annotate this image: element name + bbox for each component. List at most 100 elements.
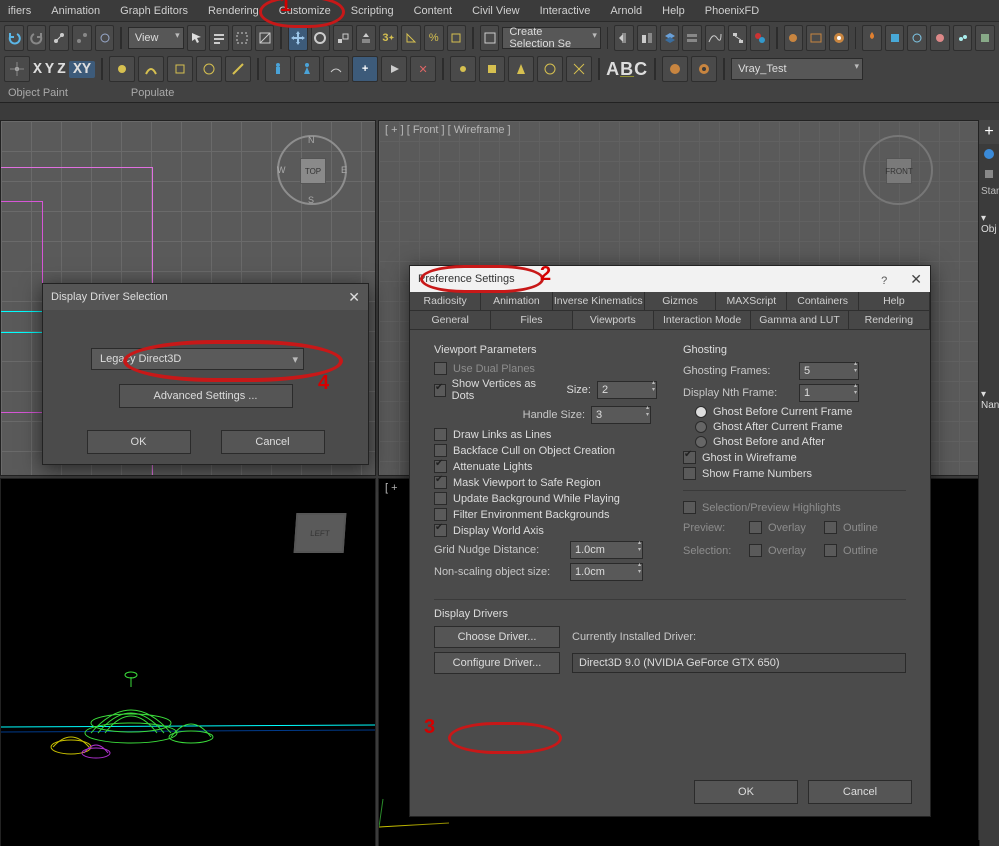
material-editor-button[interactable] xyxy=(750,25,770,51)
choose-driver-button[interactable]: Choose Driver... xyxy=(434,626,560,648)
viewcube-left[interactable]: LEFT xyxy=(294,513,347,553)
backface-cull-check[interactable]: Backface Cull on Object Creation xyxy=(434,444,657,457)
redo-button[interactable] xyxy=(27,25,47,51)
tab-general[interactable]: General xyxy=(410,311,491,329)
select-move-button[interactable] xyxy=(288,25,308,51)
viewcube-face[interactable]: TOP xyxy=(300,158,326,184)
select-region-button[interactable] xyxy=(232,25,252,51)
angle-snap-button[interactable] xyxy=(401,25,421,51)
ghost-both-radio[interactable]: Ghost Before and After xyxy=(695,436,906,448)
edit-named-sel-button[interactable] xyxy=(480,25,500,51)
rendered-frame-button[interactable] xyxy=(806,25,826,51)
preview-outline-check[interactable]: Outline xyxy=(824,521,878,534)
show-frame-numbers-check[interactable]: Show Frame Numbers xyxy=(683,467,906,480)
ghost-before-radio[interactable]: Ghost Before Current Frame xyxy=(695,406,906,418)
tab-ik[interactable]: Inverse Kinematics xyxy=(553,292,645,310)
preview-overlay-check[interactable]: Overlay xyxy=(749,521,806,534)
unlink-button[interactable] xyxy=(72,25,92,51)
bind-button[interactable] xyxy=(95,25,115,51)
prefs-cancel-button[interactable]: Cancel xyxy=(808,780,912,804)
configure-driver-button[interactable]: Configure Driver... xyxy=(434,652,560,674)
align-button[interactable] xyxy=(637,25,657,51)
tab-files[interactable]: Files xyxy=(491,311,572,329)
brush-tool-4[interactable] xyxy=(196,56,222,82)
populate-add-button[interactable]: + xyxy=(352,56,378,82)
tab-gamma[interactable]: Gamma and LUT xyxy=(751,311,848,329)
vertex-size-spinner[interactable]: 2 xyxy=(597,381,657,399)
select-name-button[interactable] xyxy=(209,25,229,51)
window-crossing-button[interactable] xyxy=(255,25,275,51)
layer-explorer-button[interactable] xyxy=(660,25,680,51)
tab-rendering[interactable]: Rendering xyxy=(849,311,930,329)
populate-sim-button[interactable] xyxy=(381,56,407,82)
viewcube-top[interactable]: TOP N S E W xyxy=(277,135,347,205)
menu-graph-editors[interactable]: Graph Editors xyxy=(120,5,188,17)
axis-y-button[interactable]: Y xyxy=(45,61,54,78)
update-bg-check[interactable]: Update Background While Playing xyxy=(434,492,657,505)
pivot-button[interactable] xyxy=(4,56,30,82)
curve-editor-button[interactable] xyxy=(705,25,725,51)
prefs-ok-button[interactable]: OK xyxy=(694,780,798,804)
axis-x-button[interactable]: X xyxy=(33,61,42,78)
tab-radiosity[interactable]: Radiosity xyxy=(410,292,481,310)
driver-ok-button[interactable]: OK xyxy=(87,430,191,454)
command-panel[interactable]: + Standa ▾ Obj ▾ Nan xyxy=(978,120,999,840)
misc-tool-d[interactable] xyxy=(537,56,563,82)
phoenix-cache-button[interactable] xyxy=(885,25,905,51)
selection-outline-check[interactable]: Outline xyxy=(824,544,878,557)
selection-highlights-check[interactable]: Selection/Preview Highlights xyxy=(683,501,906,514)
phoenix-sim-button[interactable] xyxy=(862,25,882,51)
brush-tool-5[interactable] xyxy=(225,56,251,82)
create-sphere-icon[interactable] xyxy=(979,144,999,164)
menu-modifiers[interactable]: ifiers xyxy=(8,5,31,17)
render-button[interactable] xyxy=(829,25,849,51)
tab-viewports[interactable]: Viewports xyxy=(573,311,654,329)
percent-snap-button[interactable]: % xyxy=(424,25,444,51)
select-rotate-button[interactable] xyxy=(311,25,331,51)
cloth-1-button[interactable] xyxy=(662,56,688,82)
toggle-ribbon-button[interactable] xyxy=(682,25,702,51)
menu-arnold[interactable]: Arnold xyxy=(610,5,642,17)
viewcube-face-front[interactable]: FRONT xyxy=(886,158,912,184)
select-place-button[interactable] xyxy=(356,25,376,51)
ghost-after-radio[interactable]: Ghost After Current Frame xyxy=(695,421,906,433)
menu-help[interactable]: Help xyxy=(662,5,685,17)
named-selection-dropdown[interactable]: Create Selection Se xyxy=(502,27,601,49)
misc-tool-e[interactable] xyxy=(566,56,592,82)
filter-env-check[interactable]: Filter Environment Backgrounds xyxy=(434,508,657,521)
phoenix-src-button[interactable] xyxy=(930,25,950,51)
viewport-left[interactable]: LEFT xyxy=(0,478,376,846)
viewport-front-label[interactable]: [ + ] [ Front ] [ Wireframe ] xyxy=(385,124,511,136)
phoenix-foam-button[interactable] xyxy=(953,25,973,51)
menu-phoenixfd[interactable]: PhoenixFD xyxy=(705,5,759,17)
axis-xy-button[interactable]: XY xyxy=(69,61,95,78)
selection-overlay-check[interactable]: Overlay xyxy=(749,544,806,557)
link-button[interactable] xyxy=(49,25,69,51)
menu-civil-view[interactable]: Civil View xyxy=(472,5,519,17)
draw-links-check[interactable]: Draw Links as Lines xyxy=(434,428,657,441)
mask-viewport-check[interactable]: Mask Viewport to Safe Region xyxy=(434,476,657,489)
populate-people-1[interactable] xyxy=(265,56,291,82)
selection-filter-dropdown[interactable]: View xyxy=(128,27,184,49)
ghost-wireframe-check[interactable]: Ghost in Wireframe xyxy=(683,451,906,464)
brush-tool-3[interactable] xyxy=(167,56,193,82)
tab-gizmos[interactable]: Gizmos xyxy=(645,292,716,310)
nonscaling-spinner[interactable]: 1.0cm xyxy=(570,563,643,581)
tab-maxscript[interactable]: MAXScript xyxy=(716,292,787,310)
misc-tool-b[interactable] xyxy=(479,56,505,82)
mirror-button[interactable] xyxy=(614,25,634,51)
viewcube-front[interactable]: FRONT xyxy=(863,135,933,205)
spinner-snap-button[interactable] xyxy=(447,25,467,51)
viewport-persp-label[interactable]: [ + xyxy=(385,482,398,494)
display-world-axis-check[interactable]: Display World Axis xyxy=(434,524,657,537)
menu-rendering[interactable]: Rendering xyxy=(208,5,259,17)
driver-dropdown[interactable]: Legacy Direct3D xyxy=(91,348,304,370)
menu-animation[interactable]: Animation xyxy=(51,5,100,17)
attenuate-lights-check[interactable]: Attenuate Lights xyxy=(434,460,657,473)
create-box-icon[interactable] xyxy=(979,164,999,184)
prefs-close-icon[interactable]: ✕ xyxy=(910,271,922,287)
brush-tool-1[interactable] xyxy=(109,56,135,82)
tab-help[interactable]: Help xyxy=(859,292,930,310)
driver-cancel-button[interactable]: Cancel xyxy=(221,430,325,454)
snap-3-button[interactable]: 3✦ xyxy=(379,25,399,51)
